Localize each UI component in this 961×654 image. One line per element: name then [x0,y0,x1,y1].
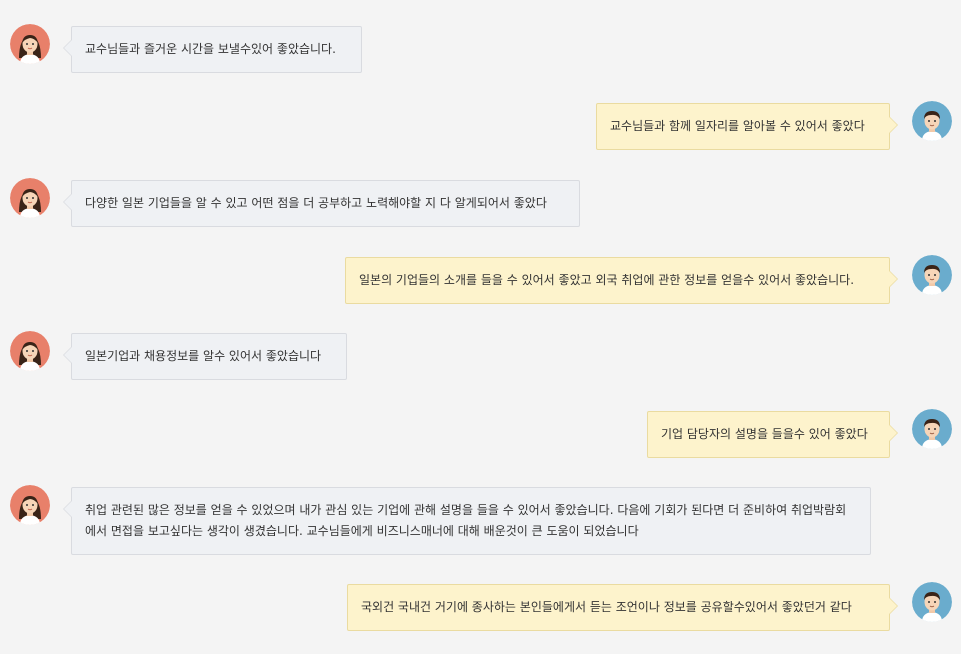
male-staff-avatar-icon [912,101,952,141]
comment-bubble: 교수님들과 함께 일자리를 알아볼 수 있어서 좋았다 [596,103,898,150]
comment-bubble: 취업 관련된 많은 정보를 얻을 수 있었으며 내가 관심 있는 기업에 관해 … [63,487,871,555]
comment-text: 다양한 일본 기업들을 알 수 있고 어떤 점을 더 공부하고 노력해야할 지 … [85,196,547,210]
comment-text: 기업 담당자의 설명을 들을수 있어 좋았다 [661,427,868,441]
comment-text: 취업 관련된 많은 정보를 얻을 수 있었으며 내가 관심 있는 기업에 관해 … [85,503,847,538]
female-student-avatar-icon [10,178,50,218]
comment-text: 교수님들과 즐거운 시간을 보낼수있어 좋았습니다. [85,42,336,56]
comment-text: 일본의 기업들의 소개를 들을 수 있어서 좋았고 외국 취업에 관한 정보를 … [359,273,855,287]
female-student-avatar-icon [10,485,50,525]
male-staff-avatar-icon [912,582,952,622]
comment-bubble: 교수님들과 즐거운 시간을 보낼수있어 좋았습니다. [63,26,362,73]
female-student-avatar-icon [10,24,50,64]
female-student-avatar-icon [10,331,50,371]
comment-bubble: 국외건 국내건 거기에 종사하는 본인들에게서 듣는 조언이나 정보를 공유할수… [347,584,898,631]
male-staff-avatar-icon [912,255,952,295]
comment-feed: 교수님들과 즐거운 시간을 보낼수있어 좋았습니다. 교수님들과 함께 일자리를… [0,0,961,654]
comment-bubble: 일본의 기업들의 소개를 들을 수 있어서 좋았고 외국 취업에 관한 정보를 … [345,257,898,304]
comment-bubble: 기업 담당자의 설명을 들을수 있어 좋았다 [647,411,898,458]
comment-text: 일본기업과 채용정보를 알수 있어서 좋았습니다 [85,349,322,363]
male-staff-avatar-icon [912,409,952,449]
comment-text: 교수님들과 함께 일자리를 알아볼 수 있어서 좋았다 [610,119,865,133]
comment-bubble: 다양한 일본 기업들을 알 수 있고 어떤 점을 더 공부하고 노력해야할 지 … [63,180,580,227]
comment-text: 국외건 국내건 거기에 종사하는 본인들에게서 듣는 조언이나 정보를 공유할수… [361,600,852,614]
comment-bubble: 일본기업과 채용정보를 알수 있어서 좋았습니다 [63,333,347,380]
